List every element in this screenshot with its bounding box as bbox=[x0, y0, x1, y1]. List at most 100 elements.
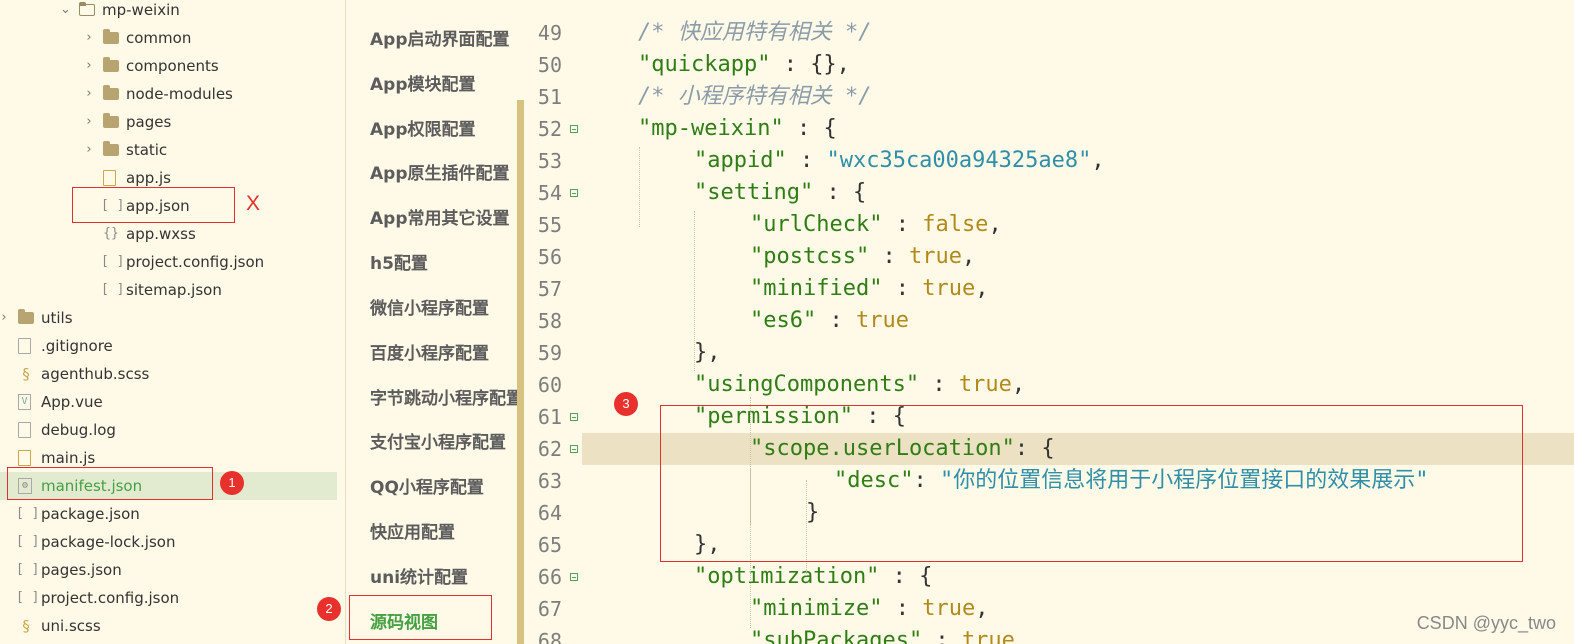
code-text: "usingComponents" : true, bbox=[694, 369, 1025, 401]
tree-item-package-json[interactable]: [ ] package.json bbox=[0, 500, 337, 528]
tree-item-label: common bbox=[126, 29, 192, 47]
code-token: "setting" bbox=[694, 180, 814, 205]
code-token: "quickapp" bbox=[638, 52, 771, 77]
tree-item-gitignore[interactable]: .gitignore bbox=[0, 332, 337, 360]
code-line[interactable]: 50 "quickapp" : {}, bbox=[524, 49, 1574, 81]
code-line[interactable]: 53 "appid" : "wxc35ca00a94325ae8", bbox=[524, 145, 1574, 177]
fold-toggle-icon[interactable] bbox=[570, 573, 578, 581]
config-menu-item[interactable]: 微信小程序配置 bbox=[370, 294, 519, 324]
chevron-right-icon[interactable]: › bbox=[84, 52, 94, 80]
fold-toggle-icon[interactable] bbox=[570, 445, 578, 453]
chevron-down-icon[interactable]: ⌄ bbox=[60, 0, 71, 24]
tree-item-utils[interactable]: › utils bbox=[0, 304, 337, 332]
code-token: , bbox=[1011, 372, 1026, 397]
config-menu-scrollbar[interactable] bbox=[517, 100, 524, 644]
line-number: 63 bbox=[537, 469, 562, 493]
tree-item-label: debug.log bbox=[41, 421, 116, 439]
code-token: , bbox=[988, 212, 1002, 237]
folder-icon bbox=[103, 141, 119, 156]
json-file-icon: [ ] bbox=[101, 282, 125, 297]
annotation-box-permission bbox=[660, 405, 1523, 562]
chevron-right-icon[interactable]: › bbox=[0, 304, 9, 332]
js-file-icon bbox=[18, 450, 31, 466]
tree-item-sitemap-json[interactable]: [ ] sitemap.json bbox=[0, 276, 337, 304]
annotation-box-source-view bbox=[349, 595, 492, 640]
code-token: "es6" bbox=[750, 308, 817, 333]
code-line[interactable]: 51 /* 小程序特有相关 */ bbox=[524, 81, 1574, 113]
tree-item-pages[interactable]: › pages bbox=[0, 108, 337, 136]
tree-item-label: uni.scss bbox=[41, 617, 101, 635]
tree-item-agenthub-scss[interactable]: § agenthub.scss bbox=[0, 360, 337, 388]
tree-item-label: mp-weixin bbox=[102, 1, 180, 19]
json-file-icon: [ ] bbox=[16, 534, 40, 549]
vue-file-icon: V bbox=[18, 394, 31, 410]
tree-item-node-modules[interactable]: › node-modules bbox=[0, 80, 337, 108]
line-number: 56 bbox=[537, 245, 562, 269]
annotation-box-manifest bbox=[7, 467, 213, 500]
code-line[interactable]: 57 "minified" : true, bbox=[524, 273, 1574, 305]
code-token: true bbox=[922, 276, 976, 301]
chevron-right-icon[interactable]: › bbox=[84, 24, 94, 52]
fold-toggle-icon[interactable] bbox=[570, 189, 578, 197]
tree-item-pages-json[interactable]: [ ] pages.json bbox=[0, 556, 337, 584]
css-file-icon: {} bbox=[103, 226, 119, 241]
line-number: 55 bbox=[537, 213, 562, 237]
tree-item-project-config-json[interactable]: [ ] project.config.json bbox=[0, 584, 337, 612]
chevron-right-icon[interactable]: › bbox=[84, 80, 94, 108]
code-token: , bbox=[961, 244, 976, 269]
json-file-icon: [ ] bbox=[101, 254, 125, 269]
fold-toggle-icon[interactable] bbox=[570, 125, 578, 133]
code-line[interactable]: 66 "optimization" : { bbox=[524, 561, 1574, 593]
code-line[interactable]: 52 "mp-weixin" : { bbox=[524, 113, 1574, 145]
code-line[interactable]: 49 /* 快应用特有相关 */ bbox=[524, 17, 1574, 49]
code-token: : bbox=[786, 148, 827, 173]
code-line[interactable]: 58 "es6" : true bbox=[524, 305, 1574, 337]
config-menu-item[interactable]: 支付宝小程序配置 bbox=[370, 428, 519, 458]
code-text: "subPackages" : true bbox=[750, 625, 1015, 644]
tree-item-debug-log[interactable]: debug.log bbox=[0, 416, 337, 444]
code-line[interactable]: 54 "setting" : { bbox=[524, 177, 1574, 209]
code-text: "appid" : "wxc35ca00a94325ae8", bbox=[694, 145, 1105, 177]
code-text: "es6" : true bbox=[750, 305, 909, 337]
tree-item-common[interactable]: › common bbox=[0, 24, 337, 52]
config-menu-item[interactable]: App模块配置 bbox=[370, 70, 519, 100]
config-menu-item[interactable]: App权限配置 bbox=[370, 115, 519, 145]
line-number: 59 bbox=[537, 341, 562, 365]
tree-item-package-lock-json[interactable]: [ ] package-lock.json bbox=[0, 528, 337, 556]
tree-item-project-config-json[interactable]: [ ] project.config.json bbox=[0, 248, 337, 276]
folder-icon bbox=[103, 29, 119, 44]
code-line[interactable]: 55 "urlCheck" : false, bbox=[524, 209, 1574, 241]
config-menu-item[interactable]: App启动界面配置 bbox=[370, 25, 519, 55]
chevron-right-icon[interactable]: › bbox=[84, 108, 94, 136]
tree-item-label: App.vue bbox=[41, 393, 103, 411]
code-token: "usingComponents" bbox=[694, 372, 920, 397]
code-line[interactable]: 60 "usingComponents" : true, bbox=[524, 369, 1574, 401]
tree-item-components[interactable]: › components bbox=[0, 52, 337, 80]
indent-guide bbox=[694, 211, 696, 371]
tree-item-uni-scss[interactable]: § uni.scss bbox=[0, 612, 337, 640]
config-menu-item[interactable]: 字节跳动小程序配置 bbox=[370, 384, 519, 414]
tree-item-app-wxss[interactable]: {} app.wxss bbox=[0, 220, 337, 248]
config-menu-item[interactable]: 快应用配置 bbox=[370, 518, 519, 548]
line-number: 67 bbox=[537, 597, 562, 621]
line-number: 60 bbox=[537, 373, 562, 397]
tree-item-mp-weixin[interactable]: ⌄ mp-weixin bbox=[0, 0, 337, 24]
config-menu-item[interactable]: QQ小程序配置 bbox=[370, 473, 519, 503]
tree-item-static[interactable]: › static bbox=[0, 136, 337, 164]
code-token: true bbox=[958, 372, 1012, 397]
code-line[interactable]: 56 "postcss" : true, bbox=[524, 241, 1574, 273]
fold-toggle-icon[interactable] bbox=[570, 413, 578, 421]
config-menu-item[interactable]: uni统计配置 bbox=[370, 563, 519, 593]
code-token: "minimize" bbox=[750, 596, 883, 621]
code-token: : bbox=[882, 212, 923, 237]
chevron-right-icon[interactable]: › bbox=[84, 136, 94, 164]
line-number: 61 bbox=[537, 405, 562, 429]
config-menu-item[interactable]: App原生插件配置 bbox=[370, 159, 519, 189]
line-number: 54 bbox=[537, 181, 562, 205]
line-number: 68 bbox=[537, 629, 562, 644]
code-line[interactable]: 59}, bbox=[524, 337, 1574, 369]
config-menu-item[interactable]: h5配置 bbox=[370, 249, 519, 279]
config-menu-item[interactable]: App常用其它设置 bbox=[370, 204, 519, 234]
config-menu-item[interactable]: 百度小程序配置 bbox=[370, 339, 519, 369]
tree-item-app-vue[interactable]: V App.vue bbox=[0, 388, 337, 416]
